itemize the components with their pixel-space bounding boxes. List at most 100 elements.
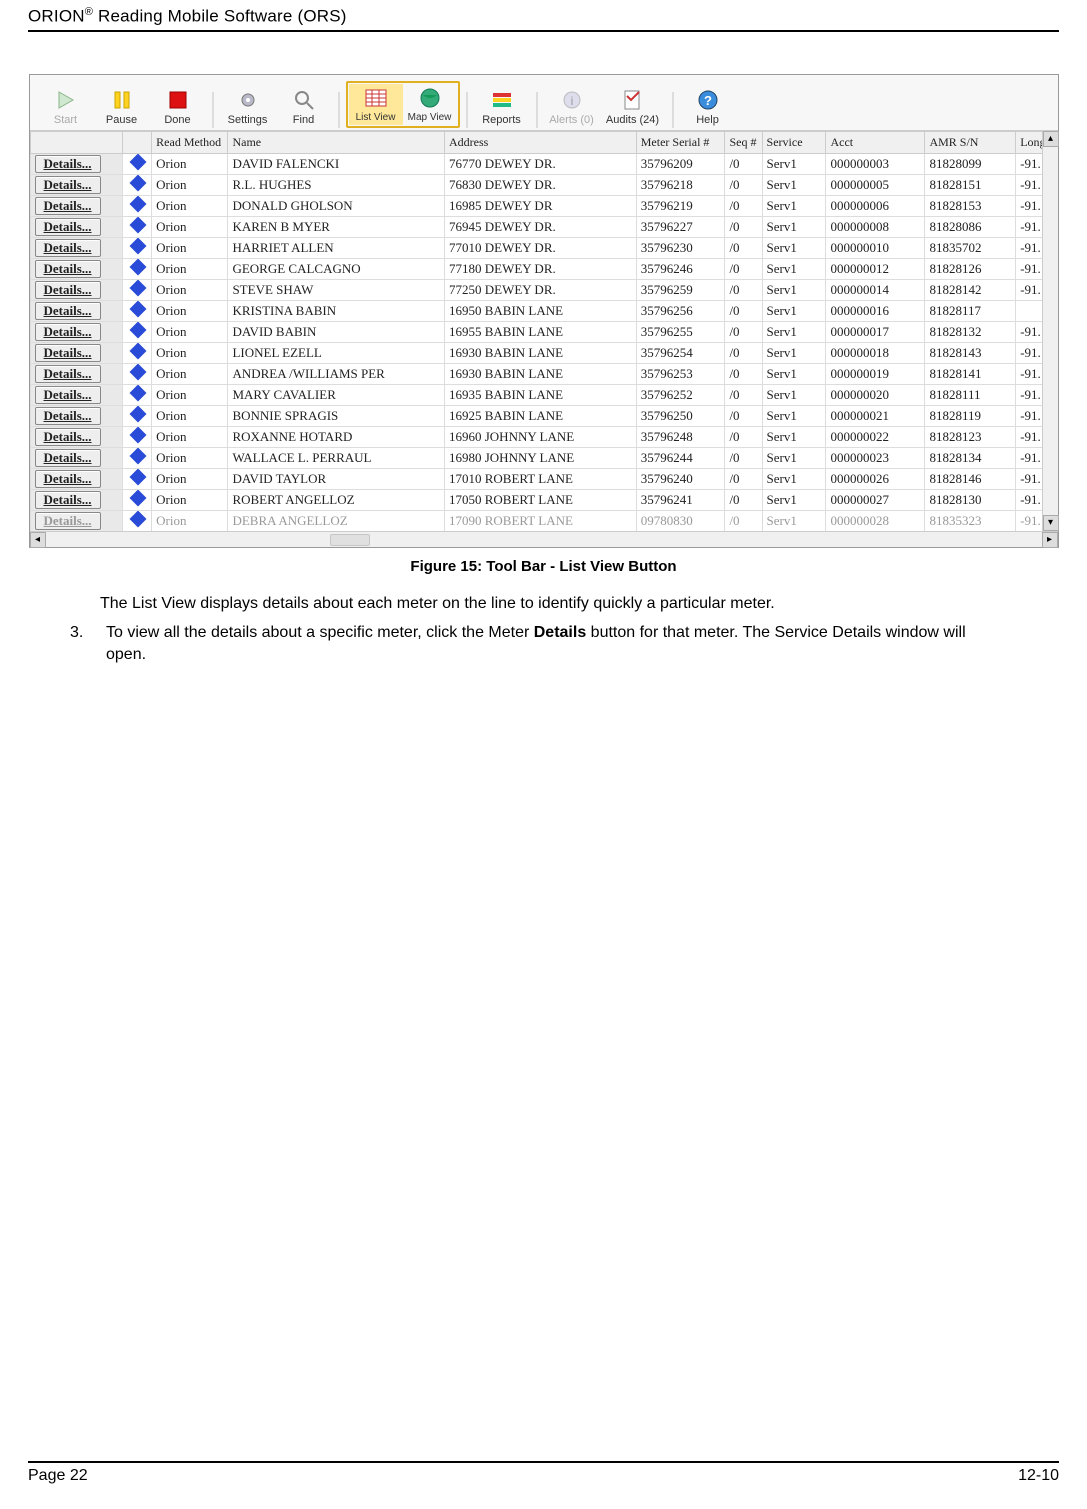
cell-method: Orion	[152, 363, 228, 384]
table-row[interactable]: Details...OrionANDREA /WILLIAMS PER16930…	[30, 363, 1057, 384]
scroll-left-icon[interactable]: ◂	[30, 532, 46, 548]
cell-method: Orion	[152, 447, 228, 468]
vertical-scrollbar[interactable]: ▴ ▾	[1042, 131, 1058, 531]
table-row[interactable]: Details...OrionKRISTINA BABIN16950 BABIN…	[30, 300, 1057, 321]
table-row[interactable]: Details...OrionWALLACE L. PERRAUL16980 J…	[30, 447, 1057, 468]
col-service[interactable]: Service	[762, 131, 826, 153]
col-acct[interactable]: Acct	[826, 131, 925, 153]
find-button[interactable]: Find	[276, 86, 332, 128]
cell-acct: 000000005	[826, 174, 925, 195]
details-button[interactable]: Details...	[35, 407, 101, 425]
cell-amr: 81828126	[925, 258, 1016, 279]
details-button[interactable]: Details...	[35, 281, 101, 299]
table-row[interactable]: Details...OrionKAREN B MYER76945 DEWEY D…	[30, 216, 1057, 237]
cell-acct: 000000003	[826, 153, 925, 174]
cell-address: 16955 BABIN LANE	[444, 321, 636, 342]
table-row[interactable]: Details...OrionMARY CAVALIER16935 BABIN …	[30, 384, 1057, 405]
cell-service: Serv1	[762, 174, 826, 195]
alerts-label: Alerts (0)	[549, 114, 594, 126]
details-button[interactable]: Details...	[35, 218, 101, 236]
cell-serial: 35796256	[636, 300, 725, 321]
table-row[interactable]: Details...OrionROXANNE HOTARD16960 JOHNN…	[30, 426, 1057, 447]
pause-button[interactable]: Pause	[94, 86, 150, 128]
details-button[interactable]: Details...	[35, 155, 101, 173]
details-button[interactable]: Details...	[35, 512, 101, 530]
table-row[interactable]: Details...OrionLIONEL EZELL16930 BABIN L…	[30, 342, 1057, 363]
cell-service: Serv1	[762, 489, 826, 510]
cell-serial: 35796230	[636, 237, 725, 258]
cell-name: DAVID FALENCKI	[228, 153, 445, 174]
cell-seq: /0	[725, 384, 762, 405]
details-button[interactable]: Details...	[35, 491, 101, 509]
col-seq[interactable]: Seq #	[725, 131, 762, 153]
cell-name: ROBERT ANGELLOZ	[228, 489, 445, 510]
table-row[interactable]: Details...OrionDEBRA ANGELLOZ17090 ROBER…	[30, 510, 1057, 531]
cell-address: 77010 DEWEY DR.	[444, 237, 636, 258]
details-button[interactable]: Details...	[35, 386, 101, 404]
table-row[interactable]: Details...OrionR.L. HUGHES76830 DEWEY DR…	[30, 174, 1057, 195]
cell-amr: 81835323	[925, 510, 1016, 531]
table-row[interactable]: Details...OrionDAVID TAYLOR17010 ROBERT …	[30, 468, 1057, 489]
details-button[interactable]: Details...	[35, 176, 101, 194]
details-button[interactable]: Details...	[35, 365, 101, 383]
scroll-down-icon[interactable]: ▾	[1043, 515, 1059, 531]
col-meter-serial[interactable]: Meter Serial #	[636, 131, 725, 153]
col-name[interactable]: Name	[228, 131, 445, 153]
start-button[interactable]: Start	[38, 86, 94, 128]
details-button[interactable]: Details...	[35, 428, 101, 446]
footer-section-number: 12-10	[1018, 1467, 1059, 1485]
cell-acct: 000000022	[826, 426, 925, 447]
table-row[interactable]: Details...OrionHARRIET ALLEN77010 DEWEY …	[30, 237, 1057, 258]
reports-label: Reports	[482, 114, 521, 126]
details-button[interactable]: Details...	[35, 470, 101, 488]
audits-button[interactable]: Audits (24)	[600, 86, 666, 128]
listview-button[interactable]: List View	[349, 84, 403, 125]
cell-acct: 000000016	[826, 300, 925, 321]
cell-address: 76830 DEWEY DR.	[444, 174, 636, 195]
cell-serial: 35796244	[636, 447, 725, 468]
table-row[interactable]: Details...OrionBONNIE SPRAGIS16925 BABIN…	[30, 405, 1057, 426]
table-row[interactable]: Details...OrionSTEVE SHAW77250 DEWEY DR.…	[30, 279, 1057, 300]
reports-button[interactable]: Reports	[474, 86, 530, 128]
cell-method: Orion	[152, 384, 228, 405]
col-status-icon[interactable]	[123, 131, 152, 153]
table-row[interactable]: Details...OrionDAVID BABIN16955 BABIN LA…	[30, 321, 1057, 342]
cell-seq: /0	[725, 363, 762, 384]
cell-address: 17050 ROBERT LANE	[444, 489, 636, 510]
col-address[interactable]: Address	[444, 131, 636, 153]
settings-label: Settings	[228, 114, 268, 126]
cell-name: DAVID BABIN	[228, 321, 445, 342]
status-diamond-icon	[130, 384, 147, 401]
cell-amr: 81828123	[925, 426, 1016, 447]
table-row[interactable]: Details...OrionDAVID FALENCKI76770 DEWEY…	[30, 153, 1057, 174]
col-amr[interactable]: AMR S/N	[925, 131, 1016, 153]
col-read-method[interactable]: Read Method	[152, 131, 228, 153]
search-icon	[290, 88, 318, 112]
horizontal-scrollbar[interactable]: ◂ ▸	[30, 531, 1058, 547]
cell-seq: /0	[725, 300, 762, 321]
scroll-up-icon[interactable]: ▴	[1043, 131, 1059, 147]
details-button[interactable]: Details...	[35, 344, 101, 362]
scroll-thumb[interactable]	[330, 534, 370, 546]
cell-address: 16960 JOHNNY LANE	[444, 426, 636, 447]
help-button[interactable]: ? Help	[680, 86, 736, 128]
details-button[interactable]: Details...	[35, 323, 101, 341]
details-button[interactable]: Details...	[35, 302, 101, 320]
cell-seq: /0	[725, 489, 762, 510]
table-row[interactable]: Details...OrionDONALD GHOLSON16985 DEWEY…	[30, 195, 1057, 216]
details-button[interactable]: Details...	[35, 197, 101, 215]
details-button[interactable]: Details...	[35, 260, 101, 278]
details-button[interactable]: Details...	[35, 449, 101, 467]
mapview-button[interactable]: Map View	[403, 84, 457, 125]
status-diamond-icon	[130, 195, 147, 212]
alerts-button[interactable]: i Alerts (0)	[544, 86, 600, 128]
table-row[interactable]: Details...OrionGEORGE CALCAGNO77180 DEWE…	[30, 258, 1057, 279]
settings-button[interactable]: Settings	[220, 86, 276, 128]
details-button[interactable]: Details...	[35, 239, 101, 257]
table-row[interactable]: Details...OrionROBERT ANGELLOZ17050 ROBE…	[30, 489, 1057, 510]
scroll-right-icon[interactable]: ▸	[1042, 532, 1058, 548]
pause-label: Pause	[106, 114, 137, 126]
done-button[interactable]: Done	[150, 86, 206, 128]
cell-service: Serv1	[762, 300, 826, 321]
col-details[interactable]	[30, 131, 123, 153]
